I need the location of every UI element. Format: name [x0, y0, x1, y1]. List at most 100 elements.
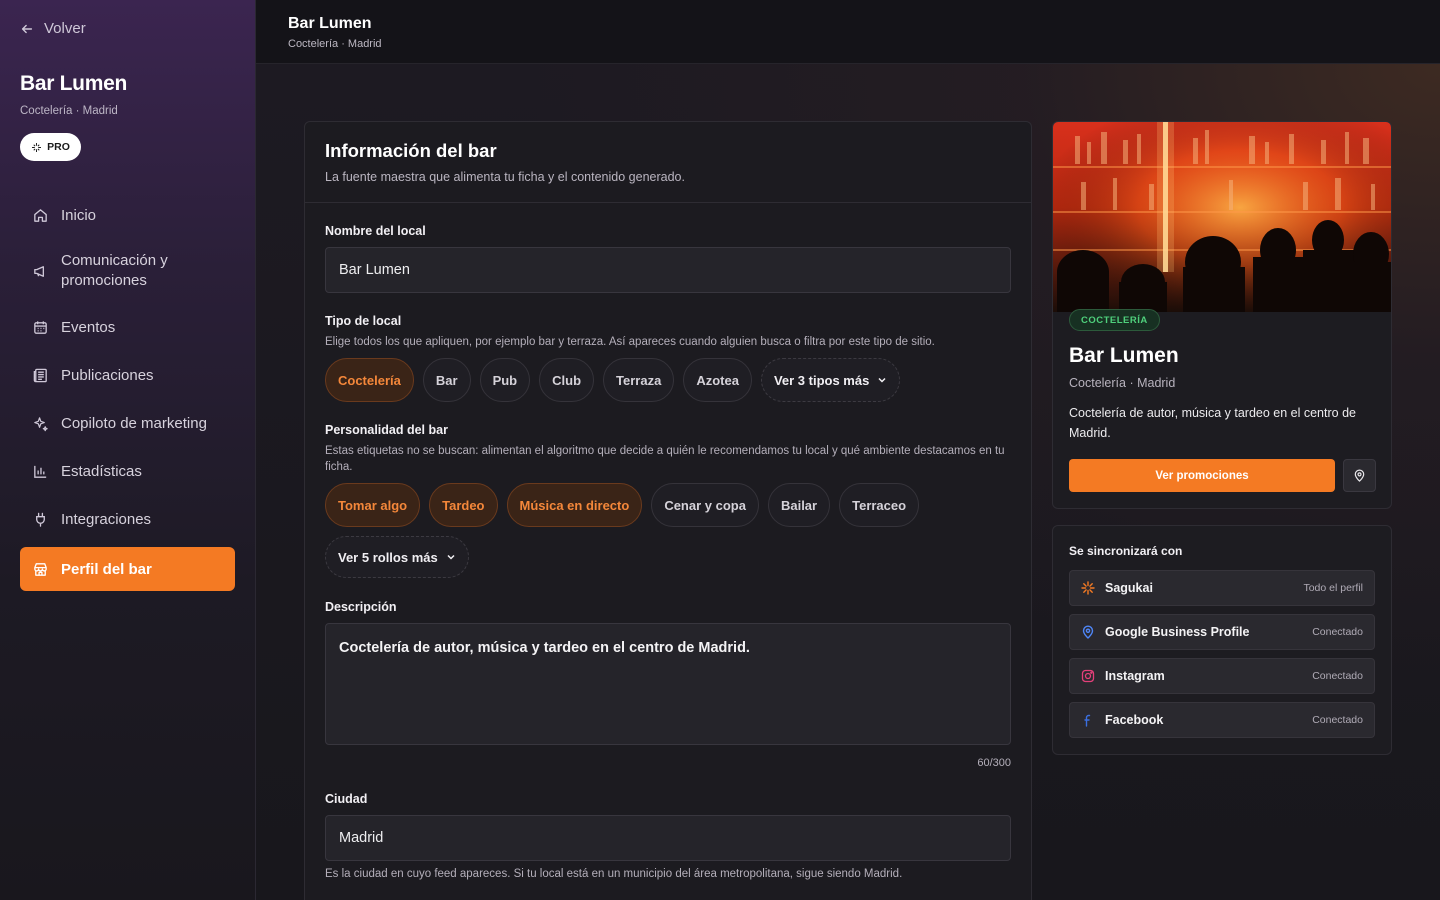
type-chip-club[interactable]: Club	[539, 358, 595, 402]
sync-row-instagram[interactable]: Instagram Conectado	[1069, 658, 1375, 694]
personality-chip-tardeo[interactable]: Tardeo	[429, 483, 498, 527]
type-chip-terraza[interactable]: Terraza	[603, 358, 675, 402]
form-subtitle: La fuente maestra que alimenta tu ficha …	[325, 170, 685, 184]
sidebar-item-label: Perfil del bar	[61, 560, 152, 578]
bar-chart-icon	[34, 465, 47, 478]
sidebar: Volver Bar Lumen Coctelería · Madrid PRO…	[0, 0, 256, 900]
map-pin-icon	[1354, 469, 1365, 482]
description-label: Descripción	[325, 600, 397, 614]
sidebar-item-label: Eventos	[61, 318, 116, 336]
name-input[interactable]: Bar Lumen	[325, 247, 1011, 293]
megaphone-icon	[34, 265, 44, 277]
plan-badge-label: PRO	[47, 141, 70, 153]
personality-chip-musica[interactable]: Música en directo	[506, 483, 643, 527]
page-subtitle: Coctelería · Madrid	[288, 38, 382, 50]
type-chip-bar[interactable]: Bar	[422, 358, 471, 402]
sync-name: Sagukai	[1105, 581, 1153, 595]
more-types-button[interactable]: Ver 3 tipos más	[760, 358, 901, 402]
map-pin-button[interactable]	[1343, 459, 1376, 492]
personality-chip-bailar[interactable]: Bailar	[767, 483, 831, 527]
arrow-left-icon	[21, 24, 33, 33]
personality-more-row: Ver 5 rollos más	[325, 536, 469, 578]
sync-row-facebook[interactable]: Facebook Conectado	[1069, 702, 1375, 738]
sidebar-item-inicio[interactable]: Inicio	[20, 195, 235, 235]
view-promotions-button[interactable]: Ver promociones	[1069, 459, 1335, 492]
personality-chip-terraceo[interactable]: Terraceo	[839, 483, 920, 527]
sidebar-item-label: Integraciones	[61, 510, 152, 528]
more-personality-label: Ver 5 rollos más	[338, 549, 438, 565]
category-badge: COCTELERÍA	[1069, 309, 1160, 331]
sidebar-nav: Inicio Comunicación y promociones Evento…	[20, 195, 235, 591]
sync-status: Conectado	[1312, 626, 1363, 638]
preview-card: COCTELERÍA Bar Lumen Coctelería · Madrid…	[1052, 121, 1392, 509]
newspaper-icon	[33, 368, 47, 382]
hero-image	[1053, 122, 1391, 312]
preview-title: Bar Lumen	[1069, 344, 1179, 367]
sparkle-icon	[1081, 581, 1095, 595]
type-chip-azotea[interactable]: Azotea	[683, 358, 752, 402]
type-chip-pub[interactable]: Pub	[479, 358, 531, 402]
personality-chip-tomar-algo[interactable]: Tomar algo	[325, 483, 421, 527]
chevron-down-icon	[447, 554, 455, 560]
sidebar-item-eventos[interactable]: Eventos	[20, 307, 235, 347]
bar-info-form: Información del bar La fuente maestra qu…	[304, 121, 1032, 900]
sidebar-item-copiloto[interactable]: Copiloto de marketing	[20, 403, 235, 443]
sidebar-item-label: Publicaciones	[61, 366, 154, 384]
page-title: Bar Lumen	[288, 15, 372, 32]
sidebar-item-estadisticas[interactable]: Estadísticas	[20, 451, 235, 491]
personality-chips: Tomar algo Tardeo Música en directo Cena…	[325, 483, 920, 527]
sidebar-item-label: Comunicación y promociones	[61, 252, 168, 289]
type-chips: Coctelería Bar Pub Club Terraza Azotea V…	[325, 358, 901, 402]
back-link[interactable]: Volver	[20, 20, 86, 37]
city-input[interactable]: Madrid	[325, 815, 1011, 861]
sidebar-item-comunicacion[interactable]: Comunicación y promociones	[20, 243, 220, 299]
description-textarea[interactable]: Coctelería de autor, música y tardeo en …	[325, 623, 1011, 745]
sparkles-icon	[34, 416, 48, 431]
form-header: Información del bar La fuente maestra qu…	[305, 122, 1031, 203]
type-chip-cocteleria[interactable]: Coctelería	[325, 358, 414, 402]
name-label: Nombre del local	[325, 224, 426, 238]
sync-card: Se sincronizará con Sagukai Todo el perf…	[1052, 525, 1392, 755]
form-title: Información del bar	[325, 140, 497, 161]
sync-row-sagukai[interactable]: Sagukai Todo el perfil	[1069, 570, 1375, 606]
description-counter: 60/300	[977, 757, 1011, 769]
type-label: Tipo de local	[325, 314, 402, 328]
sidebar-item-label: Inicio	[61, 206, 97, 224]
back-label: Volver	[44, 20, 86, 37]
sync-name: Facebook	[1105, 713, 1164, 727]
more-personality-button[interactable]: Ver 5 rollos más	[325, 536, 469, 578]
bar-photo	[1053, 122, 1391, 312]
personality-label: Personalidad del bar	[325, 423, 448, 437]
sidebar-item-perfil[interactable]: Perfil del bar	[20, 547, 235, 591]
sync-status: Conectado	[1312, 670, 1363, 682]
sync-name: Google Business Profile	[1105, 625, 1250, 639]
sidebar-item-integraciones[interactable]: Integraciones	[20, 499, 235, 539]
city-help: Es la ciudad en cuyo feed apareces. Si t…	[325, 868, 903, 880]
brand-subtitle: Coctelería · Madrid	[20, 105, 118, 117]
calendar-icon	[34, 320, 47, 334]
preview-description: Coctelería de autor, música y tardeo en …	[1069, 406, 1356, 440]
personality-help: Estas etiquetas no se buscan: alimentan …	[325, 445, 1005, 473]
store-icon	[34, 562, 47, 576]
sparkle-icon	[32, 142, 42, 152]
instagram-icon	[1081, 669, 1095, 683]
brand-title: Bar Lumen	[20, 72, 127, 95]
sync-status: Conectado	[1312, 714, 1363, 726]
top-header: Bar Lumen Coctelería · Madrid	[256, 0, 1440, 64]
sidebar-item-label: Copiloto de marketing	[61, 414, 207, 432]
google-pin-icon	[1082, 625, 1094, 639]
type-help: Elige todos los que apliquen, por ejempl…	[325, 336, 935, 348]
sync-title: Se sincronizará con	[1069, 544, 1183, 558]
preview-subtitle: Coctelería · Madrid	[1069, 376, 1176, 390]
personality-chip-cenar[interactable]: Cenar y copa	[651, 483, 759, 527]
home-icon	[34, 208, 47, 222]
more-types-label: Ver 3 tipos más	[773, 372, 870, 388]
city-label: Ciudad	[325, 792, 368, 806]
sync-row-google[interactable]: Google Business Profile Conectado	[1069, 614, 1375, 650]
sidebar-item-publicaciones[interactable]: Publicaciones	[20, 355, 235, 395]
facebook-icon	[1084, 714, 1091, 727]
plan-badge: PRO	[20, 133, 81, 161]
plug-icon	[36, 512, 45, 527]
chevron-down-icon	[878, 377, 886, 383]
sidebar-item-label: Estadísticas	[61, 462, 142, 480]
